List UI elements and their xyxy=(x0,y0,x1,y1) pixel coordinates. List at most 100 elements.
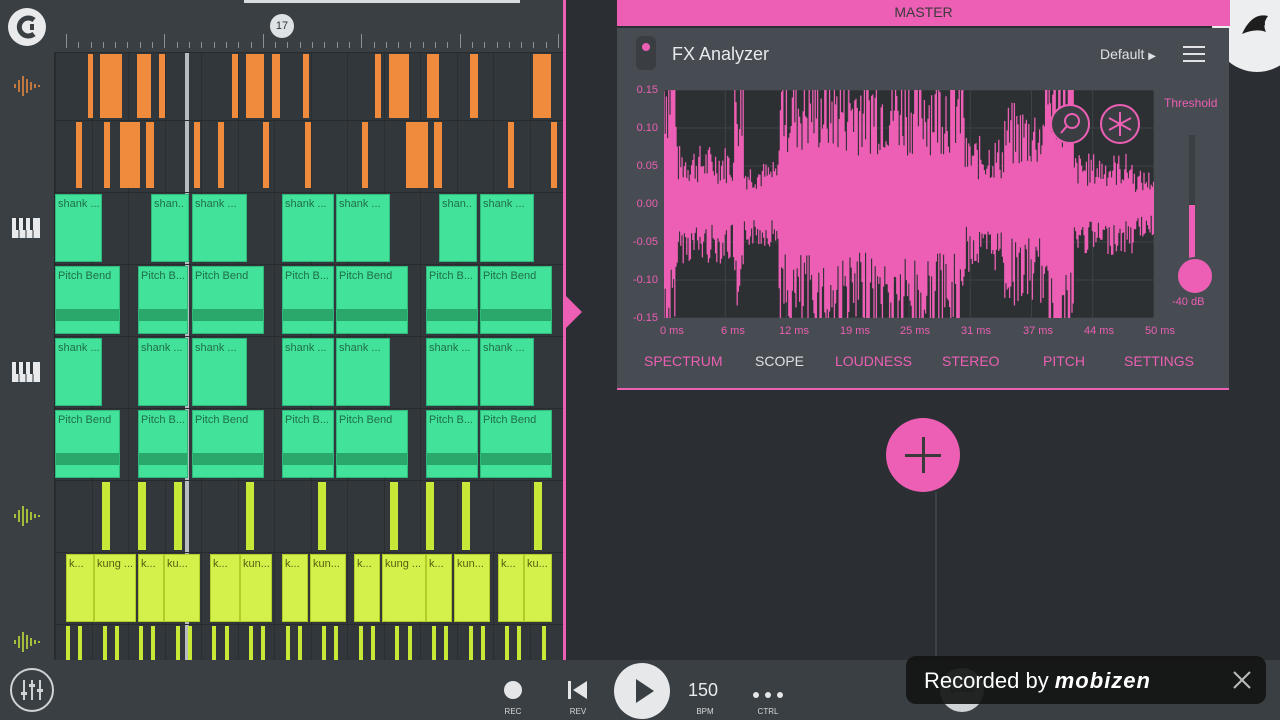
audio-clip[interactable] xyxy=(469,626,473,660)
audio-clip[interactable]: ku... xyxy=(524,554,552,622)
audio-clip[interactable]: k... xyxy=(426,554,452,622)
audio-clip[interactable] xyxy=(272,54,280,118)
track-header[interactable] xyxy=(0,624,55,660)
audio-clip[interactable] xyxy=(263,122,269,188)
record-icon[interactable] xyxy=(504,681,522,699)
audio-clip[interactable] xyxy=(246,54,264,118)
tab-settings[interactable]: SETTINGS xyxy=(1124,353,1194,369)
audio-clip[interactable] xyxy=(318,482,326,550)
pattern-clip[interactable]: shank ... xyxy=(282,338,334,406)
pattern-clip[interactable]: Pitch Bend xyxy=(192,266,264,334)
pattern-clip[interactable]: shank ... xyxy=(192,338,247,406)
pattern-clip[interactable]: shank ... xyxy=(480,194,534,262)
audio-clip[interactable] xyxy=(334,626,338,660)
audio-clip[interactable] xyxy=(426,482,434,550)
audio-clip[interactable] xyxy=(303,54,309,118)
bpm-value[interactable]: 150 xyxy=(688,680,718,701)
audio-clip[interactable]: kung ... xyxy=(94,554,136,622)
track-header[interactable] xyxy=(0,264,55,336)
audio-clip[interactable] xyxy=(305,122,311,188)
pattern-clip[interactable]: Pitch Bend xyxy=(480,410,552,478)
pattern-clip[interactable]: Pitch Bend xyxy=(336,266,408,334)
track-lane[interactable] xyxy=(0,480,565,553)
playlist-sequencer[interactable]: 17 shank ... shan.. shank ... shank ... shan… xyxy=(0,0,565,660)
pattern-clip[interactable]: shank ... xyxy=(55,338,102,406)
audio-clip[interactable] xyxy=(146,122,154,188)
pattern-clip[interactable]: shank ... xyxy=(336,194,390,262)
audio-clip[interactable] xyxy=(218,122,224,188)
pattern-clip[interactable]: Pitch B... xyxy=(282,266,334,334)
audio-clip[interactable] xyxy=(225,626,229,660)
pattern-clip[interactable]: shank ... xyxy=(336,338,390,406)
audio-clip[interactable] xyxy=(120,122,140,188)
audio-clip[interactable] xyxy=(212,626,216,660)
song-position-marker[interactable]: 17 xyxy=(270,14,294,38)
audio-clip[interactable] xyxy=(395,626,399,660)
audio-clip[interactable] xyxy=(375,54,381,118)
audio-clip[interactable] xyxy=(176,626,180,660)
audio-clip[interactable]: k... xyxy=(498,554,524,622)
menu-icon[interactable] xyxy=(1183,46,1205,64)
audio-clip[interactable] xyxy=(188,626,192,660)
audio-clip[interactable] xyxy=(444,626,448,660)
audio-clip[interactable] xyxy=(286,626,290,660)
track-header[interactable] xyxy=(0,52,55,120)
pattern-clip[interactable]: shan.. xyxy=(151,194,189,262)
audio-clip[interactable] xyxy=(371,626,375,660)
audio-clip[interactable] xyxy=(517,626,521,660)
preset-selector[interactable]: Default ▶ xyxy=(1100,46,1156,62)
track-header[interactable] xyxy=(0,120,55,192)
pattern-clip[interactable]: shank ... xyxy=(192,194,247,262)
pattern-clip[interactable]: shank ... xyxy=(282,194,334,262)
audio-clip[interactable]: kung ... xyxy=(382,554,426,622)
audio-clip[interactable] xyxy=(389,54,409,118)
audio-clip[interactable] xyxy=(359,626,363,660)
add-effect-button[interactable] xyxy=(886,418,960,492)
audio-clip[interactable] xyxy=(534,482,542,550)
pattern-clip[interactable]: Pitch Bend xyxy=(55,266,120,334)
audio-clip[interactable] xyxy=(232,54,238,118)
tab-stereo[interactable]: STEREO xyxy=(942,353,1000,369)
audio-clip[interactable] xyxy=(159,54,165,118)
audio-clip[interactable] xyxy=(137,54,151,118)
tab-loudness[interactable]: LOUDNESS xyxy=(835,353,912,369)
audio-clip[interactable]: k... xyxy=(138,554,164,622)
pattern-clip[interactable]: Pitch Bend xyxy=(336,410,408,478)
audio-clip[interactable] xyxy=(66,626,70,660)
audio-clip[interactable] xyxy=(408,626,412,660)
rewind-icon[interactable] xyxy=(567,680,589,700)
track-lane[interactable] xyxy=(0,52,565,121)
audio-clip[interactable] xyxy=(76,122,82,188)
pattern-clip[interactable]: Pitch B... xyxy=(138,410,188,478)
audio-clip[interactable]: k... xyxy=(66,554,94,622)
audio-clip[interactable]: kun... xyxy=(240,554,272,622)
audio-clip[interactable] xyxy=(78,626,82,660)
audio-clip[interactable] xyxy=(432,626,436,660)
audio-clip[interactable] xyxy=(390,482,398,550)
magnify-icon[interactable] xyxy=(1050,104,1090,144)
audio-clip[interactable] xyxy=(427,54,439,118)
threshold-knob[interactable] xyxy=(1176,257,1214,295)
track-header[interactable] xyxy=(0,408,55,480)
audio-clip[interactable] xyxy=(481,626,485,660)
audio-clip[interactable]: k... xyxy=(282,554,308,622)
audio-clip[interactable] xyxy=(174,482,182,550)
audio-clip[interactable] xyxy=(322,626,326,660)
audio-clip[interactable]: kun... xyxy=(310,554,346,622)
track-header[interactable] xyxy=(0,192,55,264)
audio-clip[interactable] xyxy=(115,626,119,660)
tab-spectrum[interactable]: SPECTRUM xyxy=(644,353,723,369)
pattern-clip[interactable]: shan.. xyxy=(439,194,477,262)
audio-clip[interactable] xyxy=(261,626,265,660)
audio-clip[interactable]: kun... xyxy=(454,554,490,622)
pattern-clip[interactable]: Pitch B... xyxy=(426,266,478,334)
freeze-icon[interactable] xyxy=(1100,104,1140,144)
audio-clip[interactable] xyxy=(406,122,428,188)
audio-clip[interactable] xyxy=(249,626,253,660)
pattern-clip[interactable]: shank ... xyxy=(138,338,188,406)
pattern-clip[interactable]: shank ... xyxy=(426,338,478,406)
audio-clip[interactable] xyxy=(138,482,146,550)
audio-clip[interactable] xyxy=(88,54,93,118)
audio-clip[interactable] xyxy=(100,54,122,118)
audio-clip[interactable] xyxy=(470,54,478,118)
